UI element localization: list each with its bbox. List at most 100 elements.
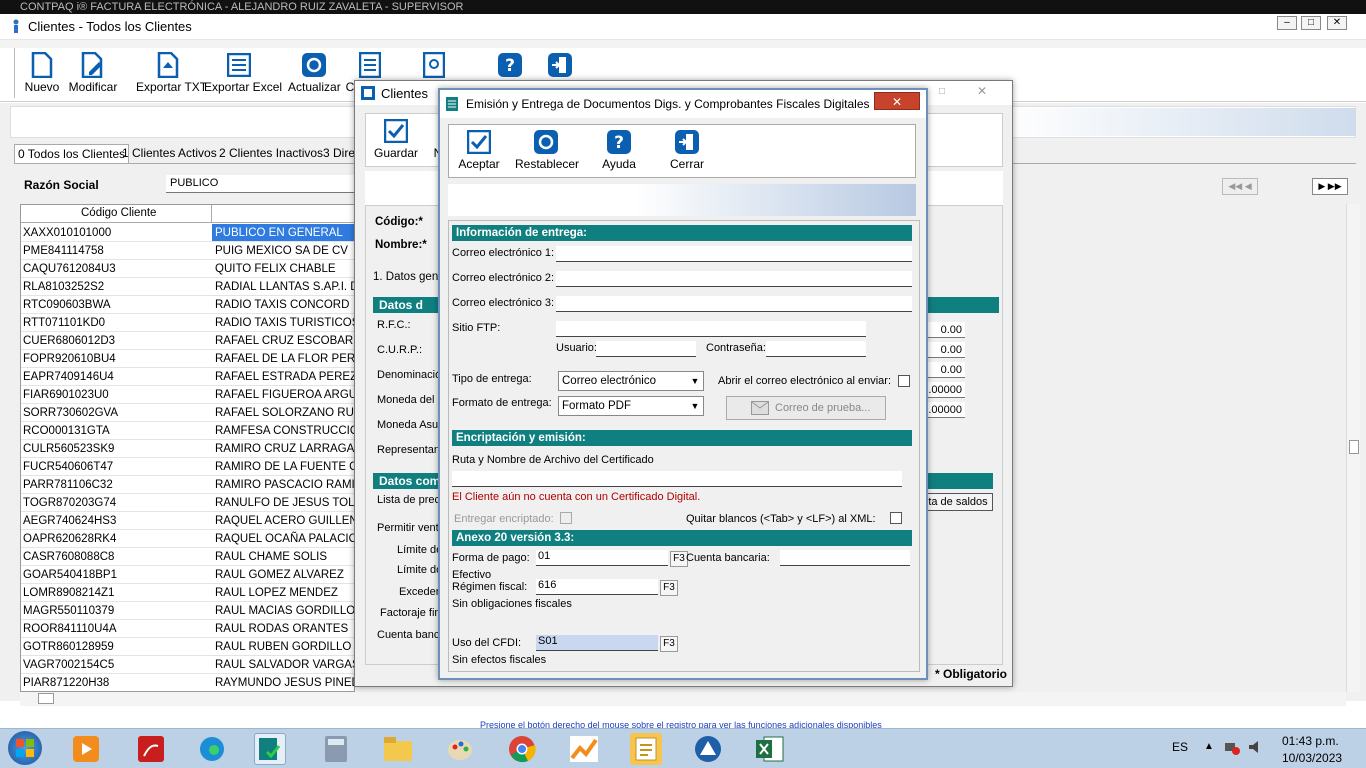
table-row[interactable]: VAGR7002154C5 RAUL SALVADOR VARGAS [21,656,354,674]
tab-activos[interactable]: 1 Clientes Activos [122,144,217,164]
nav-first-prev[interactable]: ◀◀ ◀ [1222,178,1258,195]
file-explorer-icon[interactable] [382,733,414,765]
table-row[interactable]: OAPR620628RK4 RAQUEL OCAÑA PALACIOS [21,530,354,548]
table-row[interactable]: GOAR540418BP1 RAUL GOMEZ ALVAREZ [21,566,354,584]
table-row[interactable]: RLA8103252S2 RADIAL LLANTAS S.AP.I. D [21,278,354,296]
quitar-blancos-checkbox[interactable] [890,512,902,524]
forma-pago-input[interactable]: 01 [536,550,668,566]
table-row[interactable]: ROOR841110U4A RAUL RODAS ORANTES [21,620,354,638]
tab-direcciones[interactable]: 3 Dire [323,144,355,164]
correo-prueba-button[interactable]: Correo de prueba... [726,396,886,420]
tipo-entrega-select[interactable]: Correo electrónico ▼ [558,371,704,391]
table-row[interactable]: SORR730602GVA RAFAEL SOLORZANO RUIZ [21,404,354,422]
num-field-4[interactable]: .00000 [925,382,965,398]
correo3-input[interactable] [556,296,912,312]
grid-col-codigo[interactable]: Código Cliente [81,207,156,219]
table-row[interactable]: MAGR550110379 RAUL MACIAS GORDILLO [21,602,354,620]
usuario-input[interactable] [596,341,696,357]
chrome-browser-icon[interactable] [506,733,538,765]
table-row[interactable]: AEGR740624HS3 RAQUEL ACERO GUILLEN [21,512,354,530]
media-player-icon[interactable] [70,733,102,765]
modificar-button[interactable]: Modificar [68,48,118,98]
num-field-5[interactable]: .00000 [925,402,965,418]
close-button[interactable]: ✕ [1327,16,1347,30]
edge-browser-icon[interactable] [196,733,228,765]
nav-next-last[interactable]: ▶ ▶▶ [1312,178,1348,195]
minimize-button[interactable]: – [1277,16,1297,30]
table-row[interactable]: CAQU7612084U3 QUITO FELIX CHABLE [21,260,354,278]
num-field-1[interactable]: 0.00 [925,322,965,338]
correo1-input[interactable] [556,246,912,262]
sitio-ftp-input[interactable] [556,321,866,337]
ruta-certificado-input[interactable] [452,471,902,487]
language-indicator[interactable]: ES [1172,740,1188,754]
exportar-txt-button[interactable]: Exportar TXT [136,48,207,98]
razon-social-input[interactable]: PUBLICO [166,175,356,193]
calculator-icon[interactable] [320,733,352,765]
entregar-encriptado-checkbox[interactable] [560,512,572,524]
correo2-input[interactable] [556,271,912,287]
table-row[interactable]: XAXX010101000 PUBLICO EN GENERAL [21,224,354,242]
table-row[interactable]: CULR560523SK9 RAMIRO CRUZ LARRAGA [21,440,354,458]
table-row[interactable]: CASR7608088C8 RAUL CHAME SOLIS [21,548,354,566]
scroll-thumb[interactable] [1349,440,1359,454]
guardar-button[interactable]: Guardar [374,114,418,164]
formato-entrega-select[interactable]: Formato PDF ▼ [558,396,704,416]
tray-expand-icon[interactable]: ▲ [1204,741,1214,752]
table-row[interactable]: PARR781106C32 RAMIRO PASCACIO RAMIR [21,476,354,494]
actualizar-label: Actualizar [288,80,341,94]
clientes-max-button[interactable]: □ [939,86,945,97]
ayuda-button[interactable]: ? Ayuda [601,125,637,175]
start-button[interactable] [8,731,42,765]
uso-cfdi-f3-button[interactable]: F3 [660,636,678,652]
vertical-scrollbar[interactable] [1346,204,1360,692]
table-row[interactable]: FIAR6901023U0 RAFAEL FIGUEROA ARGU [21,386,354,404]
notes-app-icon[interactable] [630,733,662,765]
clients-grid[interactable]: Código Cliente XAXX010101000 PUBLICO EN G… [20,204,355,692]
maximize-button[interactable]: □ [1301,16,1321,30]
saldos-button[interactable]: ta de saldos [923,493,993,511]
num-field-3[interactable]: 0.00 [925,362,965,378]
nuevo-button[interactable]: Nuevo [24,48,60,98]
dialog-close-button[interactable]: ✕ [874,92,920,110]
clientes-close-button[interactable]: ✕ [977,84,987,98]
table-row[interactable]: PIAR871220H38 RAYMUNDO JESUS PINEDA [21,674,354,691]
network-icon[interactable] [1224,739,1240,755]
tab-todos[interactable]: 0 Todos los Clientes [14,144,130,164]
table-row[interactable]: TOGR870203G74 RANULFO DE JESUS TOLE [21,494,354,512]
chart-app-icon[interactable] [568,733,600,765]
table-row[interactable]: RTT071101KD0 RADIO TAXIS TURISTICOS [21,314,354,332]
table-row[interactable]: FUCR540606T47 RAMIRO DE LA FUENTE CA [21,458,354,476]
table-row[interactable]: GOTR860128959 RAUL RUBEN GORDILLO T [21,638,354,656]
table-row[interactable]: CUER6806012D3 RAFAEL CRUZ ESCOBAR [21,332,354,350]
cuenta-bancaria-input[interactable] [780,550,910,566]
regimen-input[interactable]: 616 [536,579,658,595]
table-row[interactable]: RCO000131GTA RAMFESA CONSTRUCCION [21,422,354,440]
contpaqi-app-icon[interactable] [254,733,286,765]
triangle-app-icon[interactable] [692,733,724,765]
pdf-reader-icon[interactable] [135,733,167,765]
aceptar-button[interactable]: Aceptar [457,125,501,175]
regimen-f3-button[interactable]: F3 [660,580,678,596]
num-field-2[interactable]: 0.00 [925,342,965,358]
exportar-excel-button[interactable]: Exportar Excel [204,48,282,98]
table-row[interactable]: EAPR7409146U4 RAFAEL ESTRADA PEREZ [21,368,354,386]
tab-inactivos[interactable]: 2 Clientes Inactivos [219,144,323,164]
table-row[interactable]: PME841114758 PUIG MEXICO SA DE CV [21,242,354,260]
paint-icon[interactable] [444,733,476,765]
restablecer-button[interactable]: Restablecer [515,125,579,175]
horizontal-scrollbar[interactable] [20,692,1346,706]
tab-datos-generales[interactable]: 1. Datos gene [373,271,445,283]
actualizar-button[interactable]: Actualizar [288,48,341,98]
clock-time[interactable]: 01:43 p.m. [1282,734,1339,748]
volume-icon[interactable] [1248,739,1264,755]
cerrar-button[interactable]: Cerrar [669,125,705,175]
contrasena-input[interactable] [766,341,866,357]
uso-cfdi-input[interactable]: S01 [536,635,658,651]
table-row[interactable]: FOPR920610BU4 RAFAEL DE LA FLOR PERE [21,350,354,368]
table-row[interactable]: RTC090603BWA RADIO TAXIS CONCORD [21,296,354,314]
table-row[interactable]: LOMR8908214Z1 RAUL LOPEZ MENDEZ [21,584,354,602]
excel-icon[interactable] [754,733,786,765]
clock-date[interactable]: 10/03/2023 [1282,751,1342,765]
abrir-correo-checkbox[interactable] [898,375,910,387]
